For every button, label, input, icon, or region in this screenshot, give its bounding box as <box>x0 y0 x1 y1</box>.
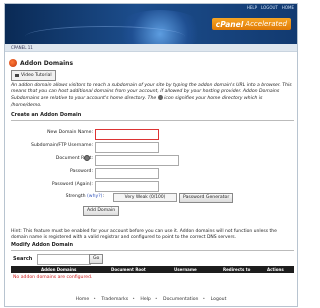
logo-tagline: Accelerated <box>245 20 287 28</box>
home-directory-icon <box>84 155 90 161</box>
logo-brand: cPanel <box>215 19 244 29</box>
empty-table-message: No addon domains are configured. <box>13 275 93 280</box>
column-username[interactable]: Username <box>174 267 197 272</box>
column-addon-domains[interactable]: Addon Domains <box>41 267 76 272</box>
password-generator-button[interactable]: Password Generator <box>179 193 234 203</box>
video-tutorial-label: Video Tutorial <box>21 73 52 78</box>
column-actions: Actions <box>267 267 284 272</box>
subdomain-input[interactable] <box>95 142 159 153</box>
new-domain-input[interactable] <box>95 129 159 140</box>
breadcrumb[interactable]: CPANEL 11 <box>11 45 33 50</box>
column-document-root[interactable]: Document Root <box>111 267 146 272</box>
create-divider <box>11 120 294 121</box>
modify-divider <box>11 250 294 251</box>
footer-links: Home • Trademarks • Help • Documentation • L… <box>75 297 227 302</box>
swirl-graphic <box>25 26 185 44</box>
page-title: Addon Domains <box>20 59 74 67</box>
go-button[interactable]: Go <box>89 254 104 264</box>
password-again-label: Password (Again): <box>51 182 93 187</box>
password-again-input[interactable] <box>95 181 159 192</box>
strength-row: Strength (why?): Very Weak (0/100) Passw… <box>11 193 294 203</box>
breadcrumb-bar: CPANEL 11 <box>5 44 297 52</box>
new-domain-row: New Domain Name: <box>11 129 294 140</box>
video-camera-icon <box>15 74 19 77</box>
top-link-home[interactable]: HOME <box>282 5 294 10</box>
create-heading: Create an Addon Domain <box>11 112 82 118</box>
password-strength-meter: Very Weak (0/100) <box>113 193 177 202</box>
cpanel-logo[interactable]: cPanel Accelerated <box>211 18 291 30</box>
subdomain-label: Subdomain/FTP Username: <box>30 143 93 148</box>
header-banner: HELP LOGOUT HOME cPanel Accelerated <box>5 4 297 44</box>
search-label: Search <box>13 256 33 262</box>
password-input[interactable] <box>95 168 159 179</box>
password-row: Password: <box>11 168 294 179</box>
addon-table-header: Addon Domains Document Root Username Red… <box>11 266 294 273</box>
password-label: Password: <box>69 169 93 174</box>
footer-link-trademarks[interactable]: Trademarks <box>101 297 128 302</box>
modify-heading: Modify Addon Domain <box>11 242 74 248</box>
add-domain-button[interactable]: Add Domain <box>83 206 120 216</box>
home-directory-icon <box>157 95 163 101</box>
search-input[interactable] <box>37 254 91 265</box>
new-domain-label: New Domain Name: <box>47 130 93 135</box>
page-title-row: Addon Domains <box>9 59 73 67</box>
docroot-row: Document Root: <box>11 155 294 166</box>
intro-text: An addon domain allows visitors to reach… <box>11 83 294 109</box>
hint-text: Hint: This feature must be enabled for y… <box>11 229 277 240</box>
strength-why-link[interactable]: (why?) <box>87 194 102 199</box>
column-redirects-to[interactable]: Redirects to <box>223 267 250 272</box>
subdomain-row: Subdomain/FTP Username: <box>11 142 294 153</box>
addon-domains-icon <box>9 59 17 67</box>
strength-label: Strength <box>65 194 86 199</box>
top-link-logout[interactable]: LOGOUT <box>261 5 278 10</box>
password-again-row: Password (Again): <box>11 181 294 192</box>
top-links: HELP LOGOUT HOME <box>247 5 294 10</box>
docroot-input[interactable] <box>95 155 179 166</box>
footer-link-help[interactable]: Help <box>140 297 150 302</box>
footer-link-logout[interactable]: Logout <box>211 297 227 302</box>
video-tutorial-button[interactable]: Video Tutorial <box>11 70 56 81</box>
cpanel-window: HELP LOGOUT HOME cPanel Accelerated CPAN… <box>4 3 298 307</box>
top-link-help[interactable]: HELP <box>247 5 257 10</box>
footer-link-documentation[interactable]: Documentation <box>163 297 198 302</box>
strength-label-group: Strength (why?): <box>65 194 104 199</box>
footer-link-home[interactable]: Home <box>76 297 90 302</box>
